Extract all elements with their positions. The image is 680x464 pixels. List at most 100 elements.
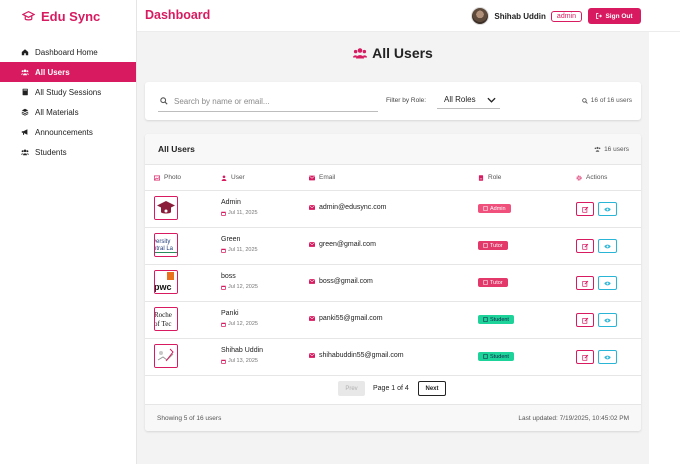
table-row: Roche of Tec Panki Jul 12, 2025 panki55@g… [145, 302, 641, 339]
column-label: Actions [586, 174, 608, 181]
calendar-icon [221, 248, 226, 253]
last-updated: Last updated: 7/19/2025, 10:45:02 PM [518, 414, 629, 422]
badge-icon [483, 280, 488, 285]
edit-button[interactable] [576, 202, 594, 216]
brand-name: Edu Sync [41, 9, 101, 24]
join-date: Jul 11, 2025 [221, 210, 258, 216]
search-icon [582, 97, 588, 104]
filter-label: Filter by Role: [386, 97, 427, 104]
column-label: Role [488, 174, 502, 181]
roche-logo-image: Rocheof Tec [155, 308, 177, 330]
user-email: admin@edusync.com [309, 204, 386, 211]
join-date-text: Jul 13, 2025 [228, 358, 258, 364]
search-box [158, 91, 378, 112]
table-count-text: 16 users [604, 145, 629, 153]
role-text: Tutor [490, 242, 503, 249]
sidebar-item-dashboard-home[interactable]: Dashboard Home [0, 42, 136, 62]
join-date-text: Jul 11, 2025 [228, 210, 258, 216]
column-header-actions: Actions [576, 174, 607, 181]
eye-icon [604, 355, 611, 359]
user-name: Shihab Uddin [494, 11, 546, 21]
edit-button[interactable] [576, 313, 594, 327]
user-photo: versityntral La [154, 233, 178, 257]
sidebar-item-label: All Materials [35, 107, 79, 117]
sidebar-item-all-users[interactable]: All Users [0, 62, 136, 82]
user-menu[interactable]: Shihab Uddin admin [471, 7, 582, 25]
role-filter-select[interactable]: All Roles [437, 91, 500, 109]
university-logo-image: versityntral La [155, 234, 177, 256]
signout-wrap: Sign Out [588, 8, 641, 24]
sidebar-item-label: Dashboard Home [35, 47, 98, 57]
megaphone-icon [21, 128, 29, 136]
email-text: shihabuddin55@gmail.com [319, 352, 404, 359]
sidebar-item-all-study-sessions[interactable]: All Study Sessions [0, 82, 136, 102]
envelope-icon [309, 242, 315, 247]
sidebar-nav: Dashboard Home All Users All Study Sessi… [0, 42, 136, 162]
table-row: Admin Jul 11, 2025 admin@edusync.com Adm… [145, 191, 641, 228]
sidebar-item-announcements[interactable]: Announcements [0, 122, 136, 142]
badge-icon [483, 206, 488, 211]
join-date: Jul 12, 2025 [221, 321, 258, 327]
sign-out-button[interactable]: Sign Out [588, 8, 641, 24]
column-header-photo: Photo [154, 174, 181, 181]
calendar-icon [221, 359, 226, 364]
table-row: Shihab Uddin Jul 13, 2025 shihabuddin55@… [145, 339, 641, 376]
table-column-headers: Photo User Email Role Actions [145, 165, 641, 191]
envelope-icon [309, 316, 315, 321]
user-name: Admin [221, 199, 241, 206]
image-icon [154, 175, 160, 180]
brand[interactable]: Edu Sync [0, 0, 136, 33]
view-button[interactable] [598, 239, 617, 253]
sign-out-label: Sign Out [605, 12, 633, 20]
view-button[interactable] [598, 276, 617, 290]
section-heading: All Users [137, 45, 649, 61]
search-input[interactable] [174, 96, 374, 106]
view-button[interactable] [598, 350, 617, 364]
view-button[interactable] [598, 202, 617, 216]
edit-icon [581, 354, 588, 361]
users-table-card: All Users 16 users Photo User Email Role… [145, 134, 641, 431]
role-badge: Student [478, 315, 514, 324]
edit-button[interactable] [576, 276, 594, 290]
svg-text:ntral La: ntral La [155, 246, 174, 252]
calendar-icon [221, 285, 226, 290]
edit-button[interactable] [576, 239, 594, 253]
email-text: panki55@gmail.com [319, 315, 383, 322]
envelope-icon [309, 353, 315, 358]
sidebar-item-all-materials[interactable]: All Materials [0, 102, 136, 122]
table-row: pwc boss Jul 12, 2025 boss@gmail.com Tut… [145, 265, 641, 302]
sidebar-item-students[interactable]: Students [0, 142, 136, 162]
table-row: versityntral La Green Jul 11, 2025 green… [145, 228, 641, 265]
badge-icon [483, 354, 488, 359]
users-icon [21, 148, 29, 156]
column-label: Photo [164, 174, 181, 181]
prev-page-button[interactable]: Prev [338, 381, 365, 396]
column-label: User [231, 174, 245, 181]
table-count: 16 users [594, 146, 629, 153]
role-select-value: All Roles [444, 95, 476, 104]
next-page-button[interactable]: Next [418, 381, 446, 396]
page-title: Dashboard [145, 8, 211, 22]
users-icon [594, 146, 601, 152]
count-text: 16 of 16 users [590, 97, 632, 104]
user-email: green@gmail.com [309, 241, 376, 248]
user-name: boss [221, 273, 236, 280]
edit-icon [581, 317, 588, 324]
user-name: Green [221, 236, 241, 243]
envelope-icon [309, 175, 315, 180]
search-icon [160, 97, 168, 105]
column-header-role: Role [478, 174, 501, 181]
home-icon [21, 48, 29, 56]
avatar[interactable] [471, 7, 490, 25]
role-text: Tutor [490, 279, 503, 286]
eye-icon [604, 318, 611, 322]
filter-card: Filter by Role: All Roles 16 of 16 users [145, 82, 641, 120]
view-button[interactable] [598, 313, 617, 327]
gear-icon [576, 174, 582, 181]
role-badge: Tutor [478, 241, 508, 250]
user-email: boss@gmail.com [309, 278, 373, 285]
table-header-bar: All Users 16 users [145, 134, 641, 165]
user-name: Shihab Uddin [221, 347, 264, 354]
edit-button[interactable] [576, 350, 594, 364]
user-photo: pwc [154, 270, 178, 294]
